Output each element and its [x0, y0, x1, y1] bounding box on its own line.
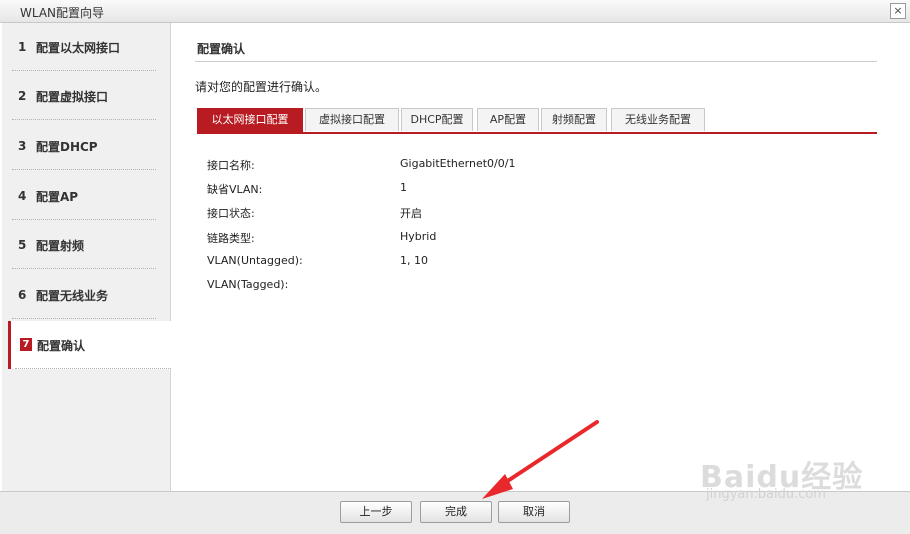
- annotation-arrow-icon: [482, 420, 599, 499]
